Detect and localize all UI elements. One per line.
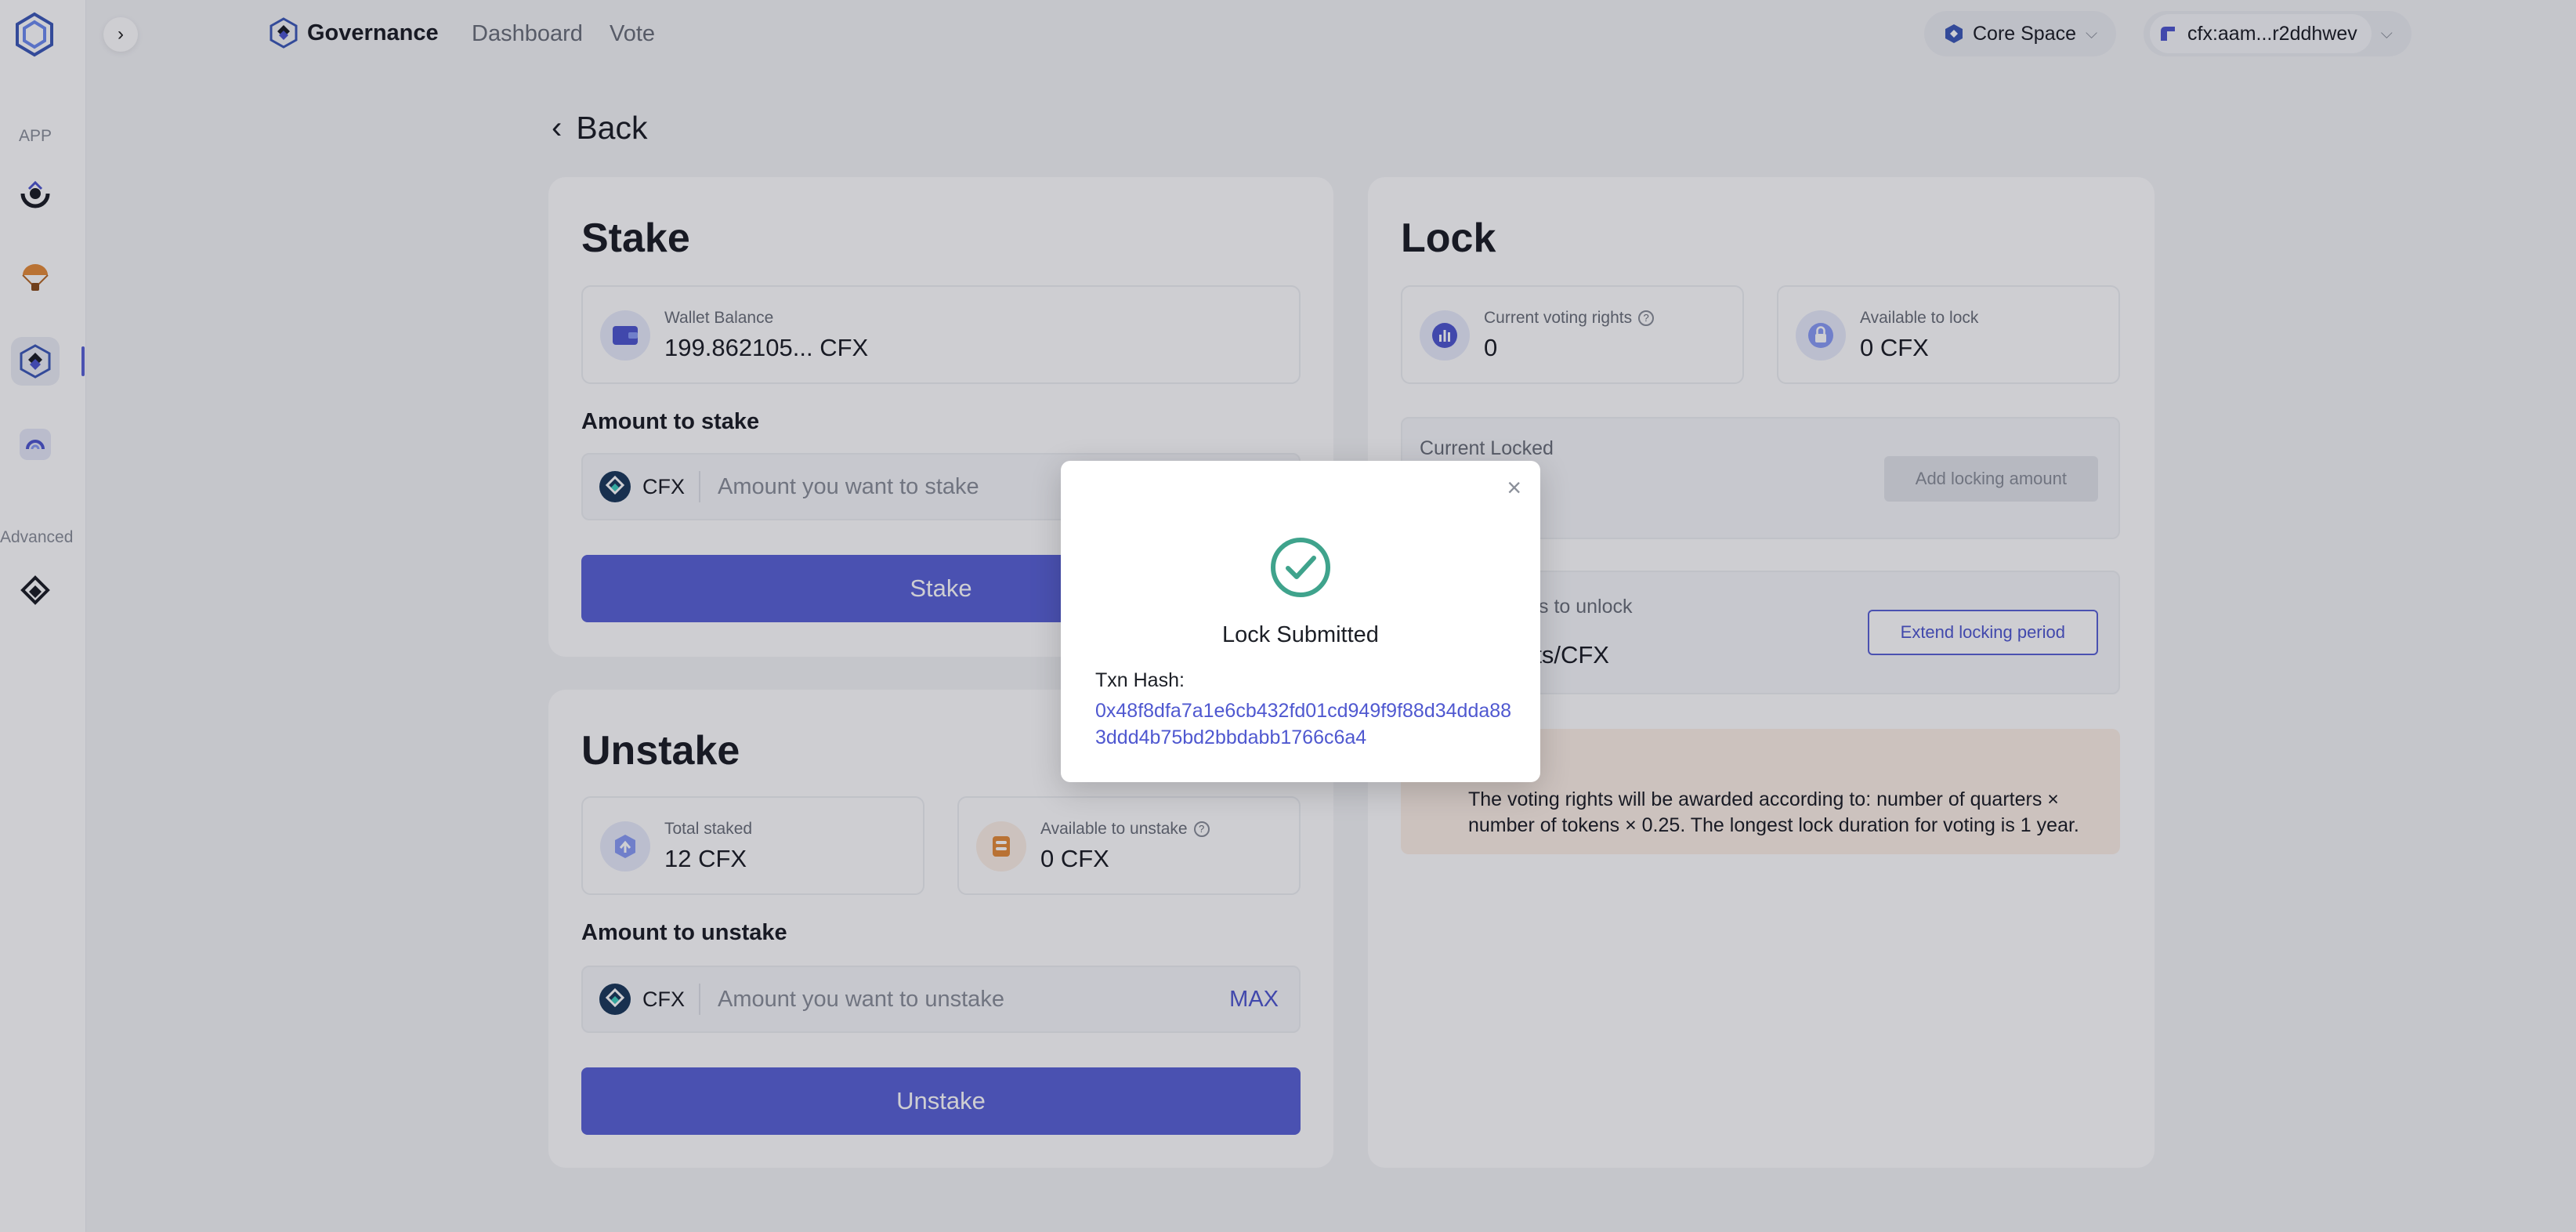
- txn-hash-link[interactable]: 0x48f8dfa7a1e6cb432fd01cd949f9f88d34dda8…: [1095, 698, 1518, 751]
- lock-submitted-modal: × Lock Submitted Txn Hash: 0x48f8dfa7a1e…: [1061, 461, 1540, 782]
- txn-hash-label: Txn Hash:: [1095, 669, 1185, 691]
- success-check-icon: [1269, 536, 1332, 599]
- modal-title: Lock Submitted: [1222, 622, 1379, 647]
- close-icon[interactable]: ×: [1507, 475, 1521, 500]
